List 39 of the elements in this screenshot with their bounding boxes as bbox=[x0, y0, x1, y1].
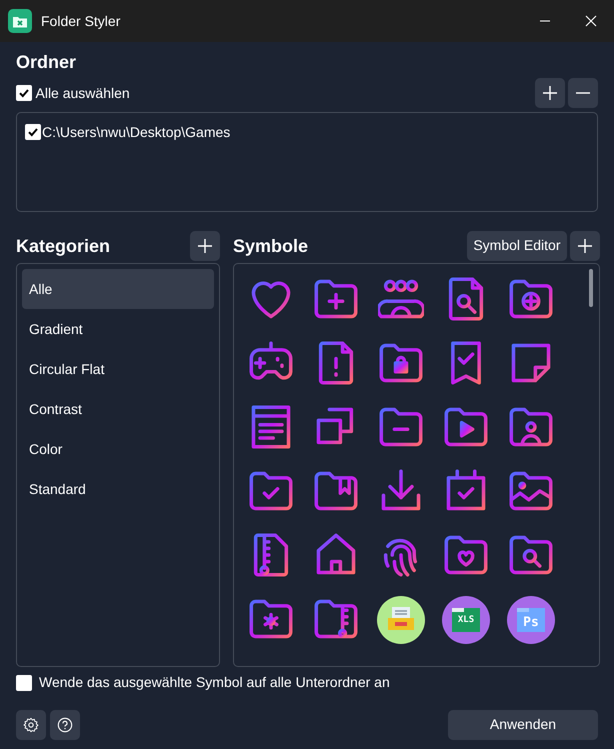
checkbox[interactable] bbox=[25, 124, 41, 140]
add-category-button[interactable] bbox=[190, 230, 220, 260]
scrollbar-thumb[interactable] bbox=[589, 268, 593, 306]
close-icon bbox=[585, 15, 597, 27]
category-item[interactable]: Contrast bbox=[22, 388, 214, 428]
icon-label: XLS bbox=[456, 616, 476, 624]
help-icon bbox=[57, 716, 73, 732]
add-button[interactable] bbox=[534, 78, 564, 108]
check-icon bbox=[18, 87, 30, 99]
category-item[interactable]: Gradient bbox=[22, 308, 214, 348]
add-symbol-button[interactable] bbox=[570, 230, 600, 260]
plus-icon bbox=[197, 238, 213, 254]
inbox-icon[interactable] bbox=[377, 596, 425, 644]
checkbox[interactable] bbox=[16, 85, 32, 101]
checkbox[interactable] bbox=[16, 674, 32, 690]
plus-icon bbox=[542, 85, 558, 101]
settings-icon bbox=[23, 716, 39, 732]
settings-button[interactable] bbox=[16, 710, 46, 740]
apply-button[interactable]: Anwenden bbox=[448, 710, 598, 740]
check-icon bbox=[27, 126, 39, 138]
app-logo-icon bbox=[8, 9, 32, 33]
help-button[interactable] bbox=[50, 710, 80, 740]
checkbox-label: Wende das ausgewählte Symbol auf alle Unterordner an bbox=[39, 673, 390, 692]
category-item[interactable]: Alle bbox=[22, 268, 214, 308]
symbol-editor-button[interactable]: Symbol Editor bbox=[467, 230, 566, 260]
minus-icon bbox=[575, 92, 591, 94]
icon-label: Ps bbox=[522, 616, 540, 628]
folder-icon[interactable]: XLS bbox=[442, 596, 490, 644]
folder-path: C:\Users\nwu\Desktop\Games bbox=[42, 122, 230, 142]
plus-icon bbox=[577, 238, 593, 254]
window-title: Folder Styler bbox=[41, 12, 120, 31]
category-item[interactable]: Standard bbox=[22, 468, 214, 508]
category-item[interactable]: Color bbox=[22, 428, 214, 468]
section-heading: Symbole bbox=[233, 234, 308, 258]
remove-button[interactable] bbox=[568, 78, 598, 108]
section-heading: Kategorien bbox=[16, 234, 110, 258]
checkbox-label: Alle auswählen bbox=[36, 84, 130, 102]
category-item[interactable]: Circular Flat bbox=[22, 348, 214, 388]
section-heading: Ordner bbox=[16, 51, 78, 74]
